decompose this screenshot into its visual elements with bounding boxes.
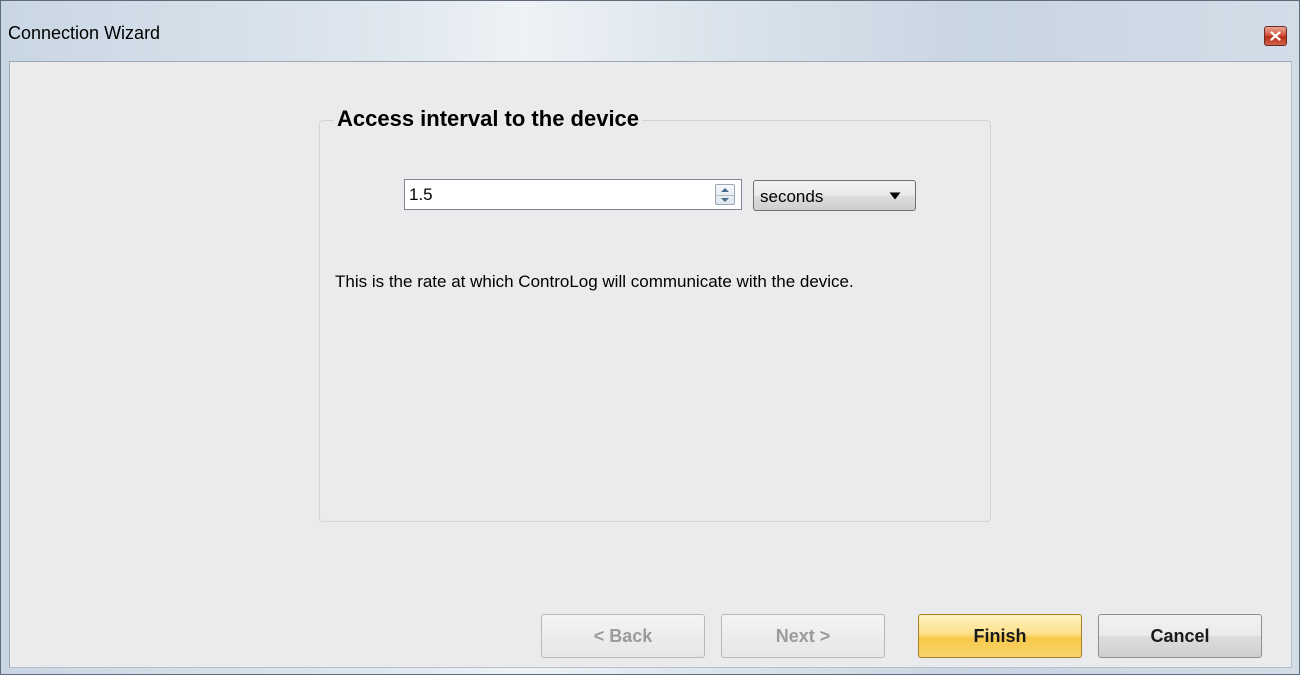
next-button[interactable]: Next >	[721, 614, 885, 658]
wizard-content-area: Access interval to the device seconds	[9, 61, 1292, 668]
close-icon	[1270, 31, 1281, 41]
group-title: Access interval to the device	[334, 106, 643, 132]
chevron-down-icon	[721, 198, 729, 202]
cancel-button[interactable]: Cancel	[1098, 614, 1262, 658]
connection-wizard-window: Connection Wizard Access interval to the…	[0, 0, 1300, 675]
caret-down-icon	[889, 192, 901, 200]
finish-button[interactable]: Finish	[918, 614, 1082, 658]
spin-down-button[interactable]	[716, 195, 734, 205]
interval-spinbox[interactable]	[404, 179, 742, 210]
spin-buttons	[715, 184, 735, 205]
interval-description: This is the rate at which ControLog will…	[335, 272, 854, 291]
unit-selected-value: seconds	[760, 187, 824, 206]
window-title: Connection Wizard	[8, 23, 161, 43]
title-bar[interactable]: Connection Wizard	[1, 1, 1299, 61]
back-button[interactable]: < Back	[541, 614, 705, 658]
interval-input[interactable]	[405, 180, 705, 209]
unit-dropdown[interactable]: seconds	[753, 180, 916, 211]
close-button[interactable]	[1264, 26, 1287, 46]
chevron-up-icon	[721, 188, 729, 192]
